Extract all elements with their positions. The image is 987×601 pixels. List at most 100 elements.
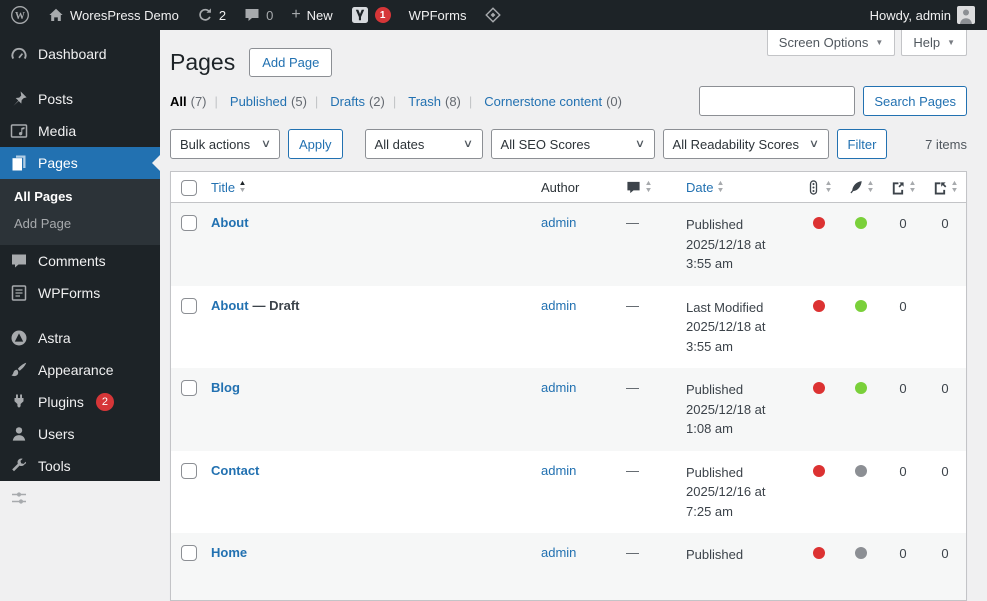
author-link[interactable]: admin (541, 298, 576, 313)
admin-bar-right: Howdy, admin (870, 0, 975, 30)
sort-comments-column[interactable]: ▲ ▼ (626, 180, 652, 195)
notification-badge: 1 (374, 7, 391, 23)
page-title-link[interactable]: Blog (211, 380, 240, 395)
select-row-checkbox[interactable] (181, 297, 197, 314)
wpforms-label: WPForms (408, 7, 467, 23)
author-link[interactable]: admin (541, 215, 576, 230)
readability-scores-filter-select[interactable]: All Readability Scores ∨ (662, 129, 829, 159)
sidebar-item-label: WPForms (38, 285, 101, 301)
view-all[interactable]: All (7) (170, 94, 207, 109)
sort-seo-score-column[interactable]: ▲ ▼ (806, 180, 832, 195)
sort-desc-icon: ▼ (238, 187, 247, 194)
home-icon (49, 8, 63, 21)
sidebar-item-media[interactable]: Media (0, 115, 160, 147)
readability-score-dot (855, 464, 867, 477)
sidebar-separator (0, 70, 160, 83)
comments-count: — (626, 380, 639, 395)
post-state: — Draft (252, 297, 300, 313)
view-trash[interactable]: Trash (8) (385, 94, 461, 109)
apply-button[interactable]: Apply (288, 129, 343, 159)
chevron-down-icon: ∨ (635, 137, 646, 150)
page-date: 2025/12/18 at 3:55 am (686, 319, 766, 354)
sidebar-item-pages[interactable]: Pages (0, 147, 160, 179)
comments-menu[interactable]: 0 (244, 0, 273, 30)
wpforms-admin-menu[interactable]: WPForms (409, 0, 467, 30)
table-body: About admin — Published 2025/12/18 at 3:… (171, 203, 966, 600)
seo-score-dot (813, 382, 825, 394)
sidebar-item-appearance[interactable]: Appearance (0, 354, 160, 386)
submenu-item-add-page[interactable]: Add Page (0, 210, 160, 237)
plus-icon: + (291, 6, 301, 23)
author-link[interactable]: admin (541, 463, 576, 478)
updates-menu[interactable]: 2 (197, 0, 226, 30)
sort-title-column[interactable]: Title ▲ ▼ (211, 180, 247, 195)
admin-bar-left: W WoresPress Demo 2 0 + New 1 WPForms (10, 0, 502, 30)
search-input[interactable] (699, 86, 856, 116)
sidebar-item-tools[interactable]: Tools (0, 450, 160, 482)
incoming-links-count: 0 (899, 298, 907, 314)
howdy-text: Howdy, admin (869, 7, 951, 23)
sidebar-item-plugins[interactable]: Plugins 2 (0, 386, 160, 418)
author-link[interactable]: admin (541, 380, 576, 395)
view-published[interactable]: Published (5) (207, 94, 307, 109)
sort-desc-icon: ▼ (908, 187, 917, 194)
views-filter: All (7) Published (5) Drafts (2) Trash (… (170, 94, 622, 109)
readability-score-dot (855, 547, 867, 559)
filter-bar: Bulk actions ∨ Apply All dates ∨ All SEO… (170, 129, 967, 159)
page-title-link[interactable]: About (211, 215, 249, 230)
table-row-about-draft: About — Draft admin — Last Modified 2025/… (171, 286, 966, 369)
sort-arrows: ▲ ▼ (717, 180, 725, 194)
submenu-item-all-pages[interactable]: All Pages (0, 183, 160, 210)
select-row-checkbox[interactable] (181, 462, 197, 479)
select-row-checkbox[interactable] (181, 215, 197, 231)
sidebar-item-posts[interactable]: Posts (0, 83, 160, 115)
site-name-menu[interactable]: WoresPress Demo (48, 0, 179, 30)
screen-options-button[interactable]: Screen Options ▼ (766, 30, 896, 56)
sidebar-item-label: Tools (38, 458, 71, 474)
select-all-checkbox[interactable] (181, 180, 197, 196)
select-row-checkbox[interactable] (181, 380, 197, 396)
sort-arrows: ▲ ▼ (867, 180, 875, 194)
table-header-row: Title ▲ ▼ Author ▲ ▼ Date ▲ ▼ ▲ ▼ ▲ ▼ ▲ … (171, 172, 966, 203)
select-row-checkbox[interactable] (181, 545, 197, 561)
page-title-link[interactable]: Contact (211, 463, 259, 478)
view-drafts[interactable]: Drafts (2) (307, 94, 385, 109)
table-row-blog: Blog admin — Published 2025/12/18 at 1:0… (171, 368, 966, 451)
page-title-link[interactable]: About (211, 298, 249, 313)
author-link[interactable]: admin (541, 545, 576, 560)
readability-score-dot (855, 299, 867, 312)
sort-arrows: ▲ ▼ (644, 180, 652, 194)
bulk-actions-select[interactable]: Bulk actions ∨ (170, 129, 280, 159)
sort-incoming-links-column[interactable]: ▲ ▼ (890, 180, 916, 195)
account-menu[interactable]: Howdy, admin (870, 0, 975, 30)
dates-filter-select[interactable]: All dates ∨ (364, 129, 483, 159)
sidebar-item-wpforms[interactable]: WPForms (0, 277, 160, 309)
admin-bar: W WoresPress Demo 2 0 + New 1 WPForms Ho… (0, 0, 987, 30)
sort-outgoing-links-column[interactable]: ▲ ▼ (932, 180, 958, 195)
sidebar-item-comments[interactable]: Comments (0, 245, 160, 277)
add-page-button[interactable]: Add Page (249, 47, 333, 77)
sidebar-item-label: Astra (38, 330, 71, 346)
sidebar-item-astra[interactable]: Astra (0, 322, 160, 354)
sort-readability-score-column[interactable]: ▲ ▼ (848, 180, 874, 195)
sort-date-column[interactable]: Date ▲ ▼ (686, 180, 725, 195)
seo-scores-filter-select[interactable]: All SEO Scores ∨ (490, 129, 655, 159)
comments-count: — (626, 297, 639, 313)
wpforms-diamond-menu[interactable] (484, 0, 502, 30)
help-button[interactable]: Help ▼ (901, 30, 967, 56)
page-date: 2025/12/18 at 3:55 am (686, 236, 766, 272)
search-pages-button[interactable]: Search Pages (863, 86, 967, 116)
wordpress-logo-menu[interactable]: W (10, 0, 30, 30)
sidebar-item-settings[interactable]: Settings (0, 482, 160, 514)
new-content-menu[interactable]: + New (291, 0, 332, 30)
page-status: Published (686, 547, 744, 562)
sidebar-item-label: Appearance (38, 362, 114, 378)
page-title-link[interactable]: Home (211, 545, 247, 560)
sidebar-item-users[interactable]: Users (0, 418, 160, 450)
screen-options-label: Screen Options (778, 35, 869, 50)
sidebar-item-dashboard[interactable]: Dashboard (0, 38, 160, 70)
view-cornerstone[interactable]: Cornerstone content (0) (461, 94, 622, 109)
yoast-seo-menu[interactable]: 1 (351, 0, 391, 30)
filter-button[interactable]: Filter (836, 129, 888, 159)
table-row-contact: Contact admin — Published 2025/12/16 at … (171, 451, 966, 534)
